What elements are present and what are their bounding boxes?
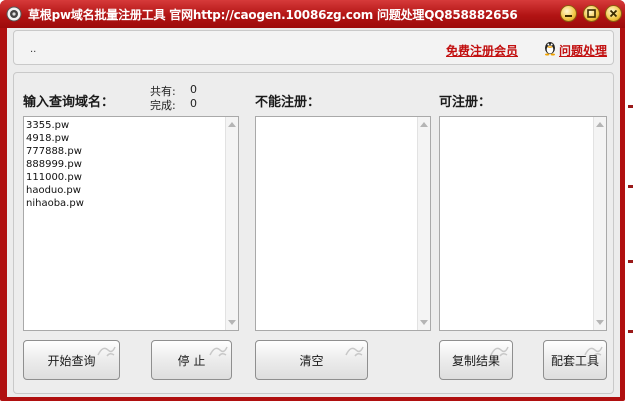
available-scrollbar[interactable] (593, 117, 606, 330)
app-window: 草根pw域名批量注册工具 官网http://caogen.10086zg.com… (0, 0, 625, 401)
minimize-button[interactable] (560, 5, 577, 22)
client-area: .. 免费注册会员 问题处理 输入查询域名： 共有: 0 完成: 0 不能注册：… (7, 28, 620, 397)
close-icon (609, 9, 618, 18)
register-member-link[interactable]: 免费注册会员 (446, 42, 518, 59)
qq-penguin-icon (545, 42, 555, 56)
help-link-group[interactable]: 问题处理 (542, 38, 612, 58)
main-panel: 输入查询域名： 共有: 0 完成: 0 不能注册： 可注册： 3355.pw 49… (13, 72, 614, 394)
flourish-icon (97, 346, 116, 357)
total-count-value: 0 (190, 83, 197, 96)
domain-line: 888999.pw (26, 159, 82, 170)
domain-line: nihaoba.pw (26, 198, 84, 209)
domain-line: 111000.pw (26, 172, 82, 183)
start-query-button[interactable]: 开始查询 (23, 340, 120, 380)
unavailable-list (258, 119, 416, 328)
unavailable-scrollbar[interactable] (417, 117, 430, 330)
domain-line: haoduo.pw (26, 185, 81, 196)
title-bar[interactable]: 草根pw域名批量注册工具 官网http://caogen.10086zg.com… (0, 0, 625, 28)
copy-results-button[interactable]: 复制结果 (439, 340, 513, 380)
query-scrollbar[interactable] (225, 117, 238, 330)
done-count-label: 完成: (150, 99, 176, 112)
flourish-icon (209, 346, 228, 357)
scroll-up-icon[interactable] (420, 122, 428, 127)
background-window-edge-mark (628, 105, 633, 108)
background-window-edge-mark (628, 260, 633, 263)
clear-button[interactable]: 清空 (255, 340, 368, 380)
stop-button[interactable]: 停 止 (151, 340, 232, 380)
background-window-edge-mark (628, 330, 633, 333)
flourish-icon (345, 346, 364, 357)
help-link[interactable]: 问题处理 (559, 42, 607, 59)
config-tools-button[interactable]: 配套工具 (543, 340, 607, 380)
close-button[interactable] (605, 5, 622, 22)
minimize-icon (565, 15, 572, 17)
maximize-button[interactable] (583, 5, 600, 22)
query-domains-list: 3355.pw 4918.pw 777888.pw 888999.pw 111000.p… (26, 119, 224, 328)
query-domains-label: 输入查询域名： (23, 95, 115, 110)
done-count-value: 0 (190, 97, 197, 110)
domain-line: 3355.pw (26, 120, 70, 131)
scroll-up-icon[interactable] (228, 122, 236, 127)
available-label: 可注册： (439, 95, 492, 110)
scroll-down-icon[interactable] (228, 320, 236, 325)
domain-line: 777888.pw (26, 146, 82, 157)
maximize-icon (587, 9, 596, 18)
scroll-down-icon[interactable] (596, 320, 604, 325)
scroll-up-icon[interactable] (596, 122, 604, 127)
available-textarea[interactable] (439, 116, 607, 331)
available-list (442, 119, 592, 328)
background-window-edge-mark (628, 185, 633, 188)
app-logo-icon (6, 6, 22, 22)
top-info-bar: .. 免费注册会员 问题处理 (13, 30, 614, 65)
scroll-down-icon[interactable] (420, 320, 428, 325)
domain-line: 4918.pw (26, 133, 70, 144)
unavailable-textarea[interactable] (255, 116, 431, 331)
unavailable-label: 不能注册： (255, 95, 321, 110)
query-domains-textarea[interactable]: 3355.pw 4918.pw 777888.pw 888999.pw 111000.p… (23, 116, 239, 331)
background-window-edge (625, 0, 633, 403)
window-title: 草根pw域名批量注册工具 官网http://caogen.10086zg.com… (28, 8, 518, 22)
status-text: .. (30, 44, 37, 55)
